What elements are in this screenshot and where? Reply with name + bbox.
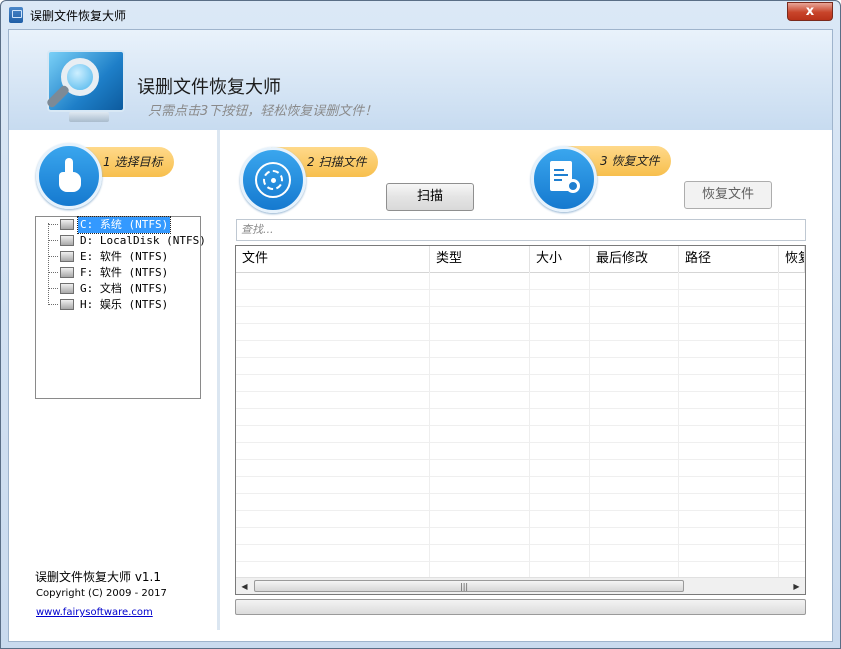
- copyright-text: Copyright (C) 2009 - 2017: [36, 588, 167, 599]
- version-label: 误删文件恢复大师 v1.1: [35, 570, 162, 584]
- column-divider: [529, 272, 530, 578]
- table-row: [236, 476, 805, 494]
- column-header-path[interactable]: 路径: [679, 246, 779, 272]
- column-divider: [589, 272, 590, 578]
- hard-drive-icon: [60, 251, 74, 262]
- step-3-circle: [531, 146, 597, 212]
- scan-progress-bar: [235, 599, 806, 615]
- table-row: [236, 289, 805, 307]
- step-1-circle: [36, 143, 102, 209]
- column-header-size[interactable]: 大小: [530, 246, 590, 272]
- table-row: [236, 493, 805, 511]
- table-header: 文件 类型 大小 最后修改 路径 恢复: [236, 246, 805, 273]
- table-row: [236, 374, 805, 392]
- table-row: [236, 323, 805, 341]
- step-2-circle: [240, 147, 306, 213]
- drive-label: G: 文档 (NTFS): [80, 282, 169, 295]
- hand-pointer-icon: [57, 158, 81, 194]
- column-header-modified[interactable]: 最后修改: [590, 246, 679, 272]
- app-window: 误删文件恢复大师 x 误删文件恢复大师 只需点击3下按钮，轻松恢复误删文件！ 1…: [0, 0, 841, 649]
- table-row: [236, 408, 805, 426]
- table-row: [236, 459, 805, 477]
- table-row: [236, 340, 805, 358]
- website-link[interactable]: www.fairysoftware.com: [36, 607, 153, 618]
- tree-branch: [48, 304, 58, 305]
- drive-label: H: 娱乐 (NTFS): [80, 298, 169, 311]
- column-header-type[interactable]: 类型: [430, 246, 530, 272]
- column-header-recover[interactable]: 恢复: [779, 246, 805, 272]
- hard-drive-icon: [60, 299, 74, 310]
- tree-connector: [48, 223, 49, 305]
- column-header-file[interactable]: 文件: [236, 246, 430, 272]
- hard-drive-icon: [60, 283, 74, 294]
- scroll-grip-icon: |||: [460, 582, 469, 591]
- tree-branch: [48, 240, 58, 241]
- file-table[interactable]: 文件 类型 大小 最后修改 路径 恢复 ◀ ||| ▶: [235, 245, 806, 595]
- table-row: [236, 306, 805, 324]
- column-divider: [678, 272, 679, 578]
- table-row: [236, 527, 805, 545]
- table-row: [236, 391, 805, 409]
- table-row: [236, 442, 805, 460]
- app-brand-subtitle: 只需点击3下按钮，轻松恢复误删文件！: [148, 104, 378, 119]
- scrollbar-thumb[interactable]: |||: [254, 580, 684, 592]
- column-divider: [778, 272, 779, 578]
- tree-branch: [48, 288, 58, 289]
- tree-branch: [48, 272, 58, 273]
- hard-drive-icon: [60, 235, 74, 246]
- app-brand-title: 误删文件恢复大师: [137, 77, 281, 98]
- radar-icon: [255, 162, 291, 198]
- table-row: [236, 272, 805, 290]
- title-bar[interactable]: 误删文件恢复大师 x: [1, 1, 840, 29]
- search-input[interactable]: 查找...: [236, 219, 806, 241]
- table-row: [236, 425, 805, 443]
- drive-tree[interactable]: C: 系统 (NTFS) D: LocalDisk (NTFS) E: 软件 (…: [35, 216, 206, 399]
- client-area: 误删文件恢复大师 只需点击3下按钮，轻松恢复误删文件！ 1 选择目标 2 扫描文…: [8, 29, 833, 642]
- app-header: 误删文件恢复大师 只需点击3下按钮，轻松恢复误删文件！: [9, 30, 832, 130]
- hard-drive-icon: [60, 267, 74, 278]
- drive-label: E: 软件 (NTFS): [80, 250, 169, 263]
- scroll-left-arrow-icon[interactable]: ◀: [236, 578, 253, 594]
- recover-files-button[interactable]: 恢复文件: [684, 181, 772, 209]
- drive-label: C: 系统 (NTFS): [76, 216, 172, 234]
- scan-button[interactable]: 扫描: [386, 183, 474, 211]
- close-button[interactable]: x: [787, 2, 833, 21]
- drive-label: D: LocalDisk (NTFS): [80, 234, 206, 247]
- table-row: [236, 357, 805, 375]
- monitor-stand-icon: [69, 112, 109, 122]
- column-divider: [429, 272, 430, 578]
- drive-label: F: 软件 (NTFS): [80, 266, 169, 279]
- horizontal-scrollbar[interactable]: ◀ ||| ▶: [236, 577, 805, 594]
- hard-drive-icon: [60, 219, 74, 230]
- tree-branch: [48, 256, 58, 257]
- app-icon: [9, 7, 23, 23]
- table-row: [236, 544, 805, 562]
- search-lens-icon: [566, 179, 580, 193]
- tree-branch: [48, 224, 58, 225]
- table-row: [236, 510, 805, 528]
- scroll-right-arrow-icon[interactable]: ▶: [788, 578, 805, 594]
- window-title: 误删文件恢复大师: [30, 9, 127, 23]
